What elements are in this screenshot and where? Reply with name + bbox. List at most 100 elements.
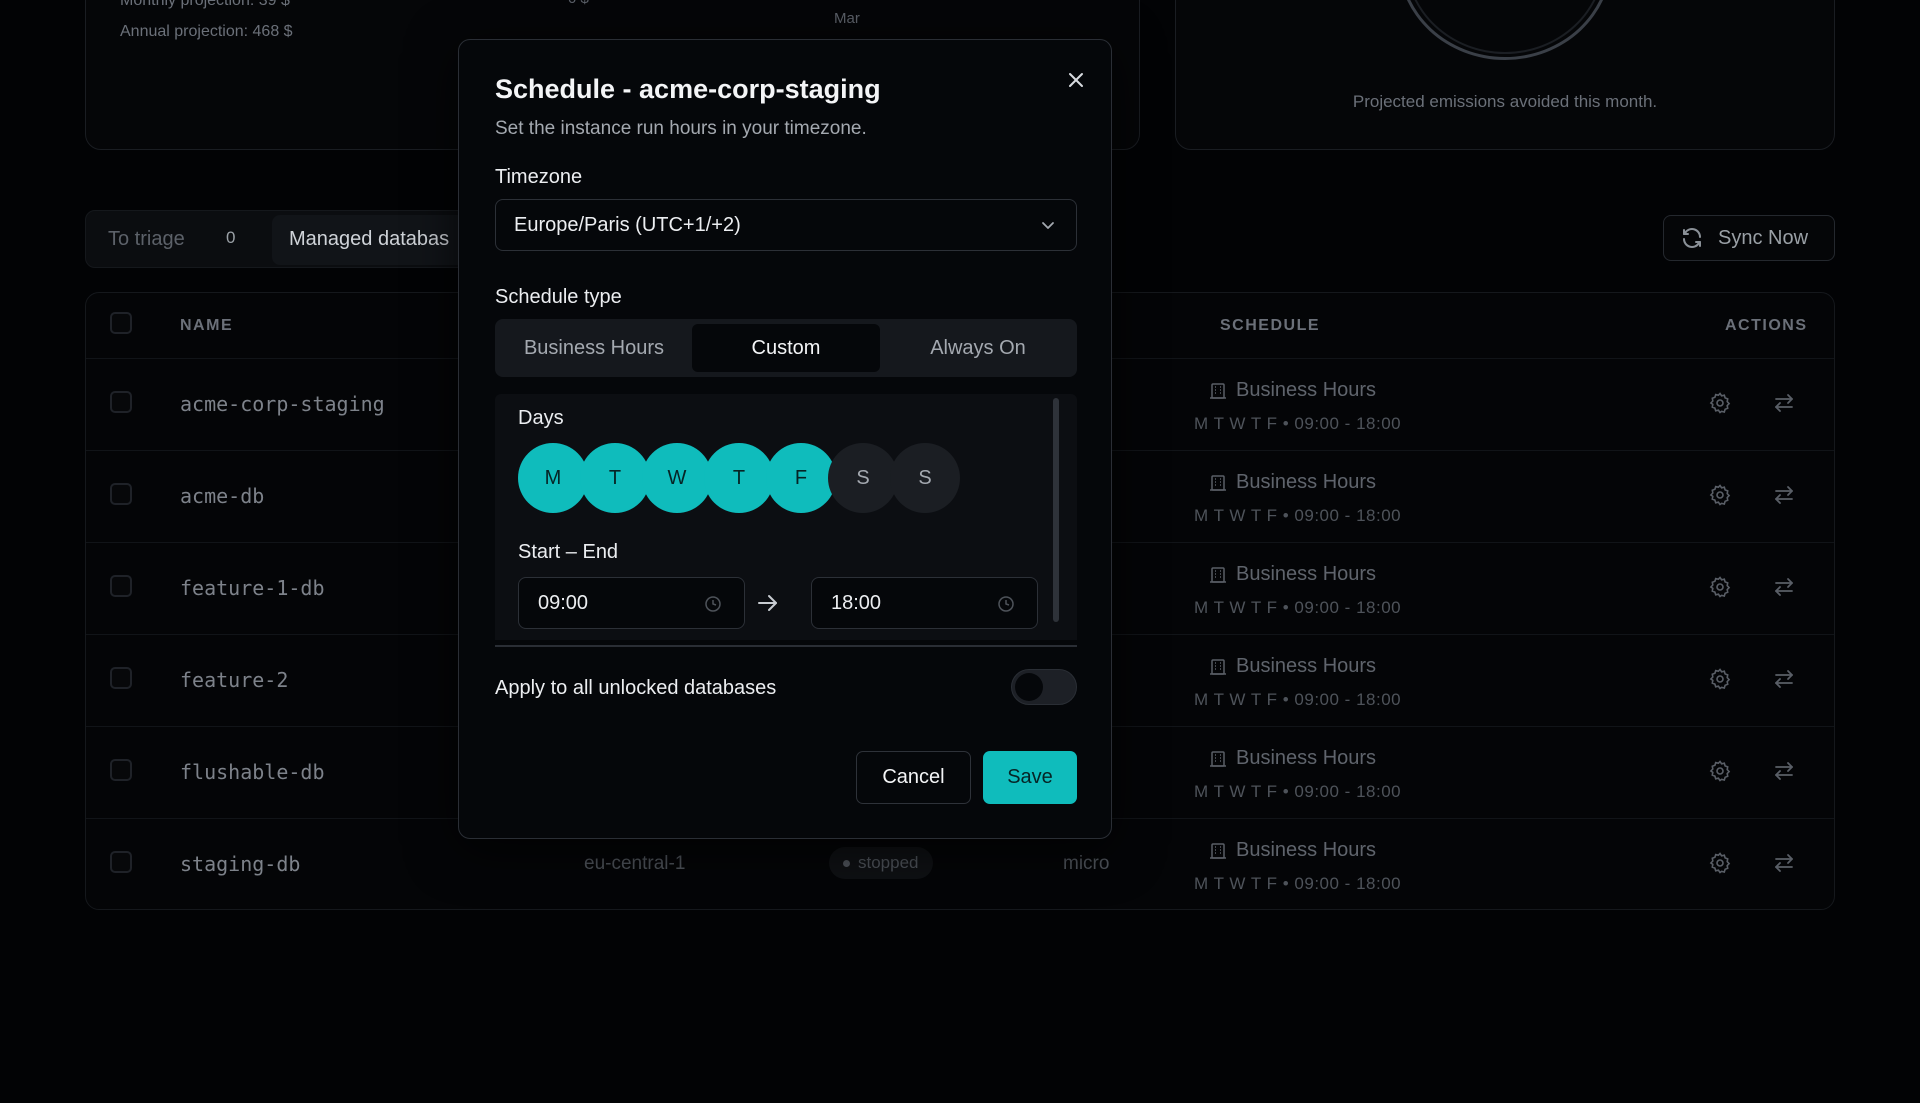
row-checkbox[interactable] (110, 667, 132, 689)
schedule-type-custom[interactable]: Custom (692, 324, 880, 372)
tab-managed-databases[interactable]: Managed databas (289, 228, 449, 251)
database-region: eu-central-1 (584, 853, 686, 874)
arrow-right-icon (758, 595, 777, 611)
modal-title: Schedule - acme-corp-staging (495, 74, 881, 104)
swap-icon (1775, 854, 1793, 872)
timezone-select[interactable]: Europe/Paris (UTC+1/+2) (495, 199, 1077, 251)
swap-icon (1775, 486, 1793, 504)
schedule-modal: Schedule - acme-corp-staging Set the ins… (458, 39, 1112, 839)
schedule-name: Business Hours (1236, 747, 1377, 769)
status-dot (843, 859, 850, 867)
row-checkbox[interactable] (110, 483, 132, 505)
switch-button[interactable] (1772, 759, 1796, 788)
status-badge: stopped (829, 847, 933, 879)
building-icon (1210, 750, 1226, 767)
chevron-down-icon (1042, 222, 1054, 229)
save-button[interactable]: Save (983, 751, 1077, 804)
start-time-input[interactable]: 09:00 (518, 577, 745, 629)
schedule-type-label: Schedule type (495, 286, 622, 308)
schedule-type-segmented-control: Business Hours Custom Always On (495, 319, 1077, 377)
building-icon (1210, 474, 1226, 491)
chart-x-label: Mar (834, 10, 860, 27)
end-time-value: 18:00 (831, 592, 882, 614)
schedule-cell: Business Hours M T W T F • 09:00 - 18:00 (1194, 747, 1401, 802)
schedule-detail: M T W T F • 09:00 - 18:00 (1194, 414, 1402, 433)
gear-icon (1709, 576, 1731, 598)
end-time-input[interactable]: 18:00 (811, 577, 1038, 629)
settings-button[interactable] (1708, 667, 1732, 696)
switch-button[interactable] (1772, 483, 1796, 512)
cancel-button[interactable]: Cancel (856, 751, 971, 804)
schedule-detail: M T W T F • 09:00 - 18:00 (1194, 598, 1402, 617)
custom-schedule-panel: Days MTWTFSS Start – End 09:00 18:00 (495, 394, 1077, 647)
swap-icon (1775, 578, 1793, 596)
schedule-cell: Business Hours M T W T F • 09:00 - 18:00 (1194, 839, 1401, 894)
annual-projection: Annual projection: 468 $ (120, 23, 293, 40)
schedule-cell: Business Hours M T W T F • 09:00 - 18:00 (1194, 563, 1401, 618)
settings-button[interactable] (1708, 759, 1732, 788)
schedule-detail: M T W T F • 09:00 - 18:00 (1194, 874, 1402, 893)
sync-now-label: Sync Now (1718, 226, 1809, 249)
settings-button[interactable] (1708, 391, 1732, 420)
day-toggle[interactable]: T (704, 443, 774, 513)
database-name: feature-2 (180, 668, 289, 692)
timezone-label: Timezone (495, 166, 583, 188)
day-toggle[interactable]: T (580, 443, 650, 513)
row-checkbox[interactable] (110, 391, 132, 413)
close-icon (1069, 73, 1083, 87)
panel-scrollbar[interactable] (1053, 398, 1059, 622)
tab-to-triage-count: 0 (226, 228, 236, 247)
gear-icon (1709, 392, 1731, 414)
gear-icon (1709, 760, 1731, 782)
switch-button[interactable] (1772, 391, 1796, 420)
row-checkbox[interactable] (110, 851, 132, 873)
settings-button[interactable] (1708, 575, 1732, 604)
database-name: acme-corp-staging (180, 392, 385, 416)
start-end-label: Start – End (518, 541, 619, 563)
schedule-name: Business Hours (1236, 655, 1377, 677)
day-toggle[interactable]: W (642, 443, 712, 513)
apply-all-toggle[interactable] (1011, 669, 1077, 705)
schedule-detail: M T W T F • 09:00 - 18:00 (1194, 782, 1402, 801)
day-toggle[interactable]: S (890, 443, 960, 513)
gear-icon (1709, 484, 1731, 506)
schedule-name: Business Hours (1236, 839, 1377, 861)
day-toggle[interactable]: F (766, 443, 836, 513)
database-name: staging-db (180, 852, 301, 876)
schedule-cell: Business Hours M T W T F • 09:00 - 18:00 (1194, 379, 1401, 434)
switch-button[interactable] (1772, 851, 1796, 880)
building-icon (1210, 566, 1226, 583)
row-checkbox[interactable] (110, 759, 132, 781)
schedule-detail: M T W T F • 09:00 - 18:00 (1194, 506, 1402, 525)
header-schedule: SCHEDULE (1220, 317, 1321, 334)
day-toggle[interactable]: S (828, 443, 898, 513)
status-label: stopped (858, 853, 919, 872)
row-checkbox[interactable] (110, 575, 132, 597)
schedule-cell: Business Hours M T W T F • 09:00 - 18:00 (1194, 471, 1401, 526)
day-toggle[interactable]: M (518, 443, 588, 513)
header-name: NAME (180, 317, 234, 334)
settings-button[interactable] (1708, 483, 1732, 512)
close-button[interactable] (1061, 65, 1091, 95)
header-actions: ACTIONS (1725, 317, 1808, 334)
sync-now-button[interactable]: Sync Now (1663, 215, 1835, 261)
switch-button[interactable] (1772, 667, 1796, 696)
schedule-type-always-on[interactable]: Always On (884, 324, 1072, 372)
timezone-value: Europe/Paris (UTC+1/+2) (514, 214, 741, 236)
database-tabs: To triage 0 Managed databas (85, 210, 505, 268)
database-name: feature-1-db (180, 576, 325, 600)
schedule-name: Business Hours (1236, 563, 1377, 585)
swap-icon (1775, 394, 1793, 412)
schedule-type-business-hours[interactable]: Business Hours (500, 324, 688, 372)
tab-to-triage[interactable]: To triage (108, 228, 185, 251)
schedule-cell: Business Hours M T W T F • 09:00 - 18:00 (1194, 655, 1401, 710)
select-all-checkbox[interactable] (110, 312, 132, 334)
schedule-name: Business Hours (1236, 379, 1377, 401)
monthly-projection: Monthly projection: 39 $ (120, 0, 290, 9)
switch-button[interactable] (1772, 575, 1796, 604)
apply-all-label: Apply to all unlocked databases (495, 677, 777, 699)
settings-button[interactable] (1708, 851, 1732, 880)
start-time-value: 09:00 (538, 592, 589, 614)
modal-subtitle: Set the instance run hours in your timez… (495, 118, 867, 139)
schedule-detail: M T W T F • 09:00 - 18:00 (1194, 690, 1402, 709)
